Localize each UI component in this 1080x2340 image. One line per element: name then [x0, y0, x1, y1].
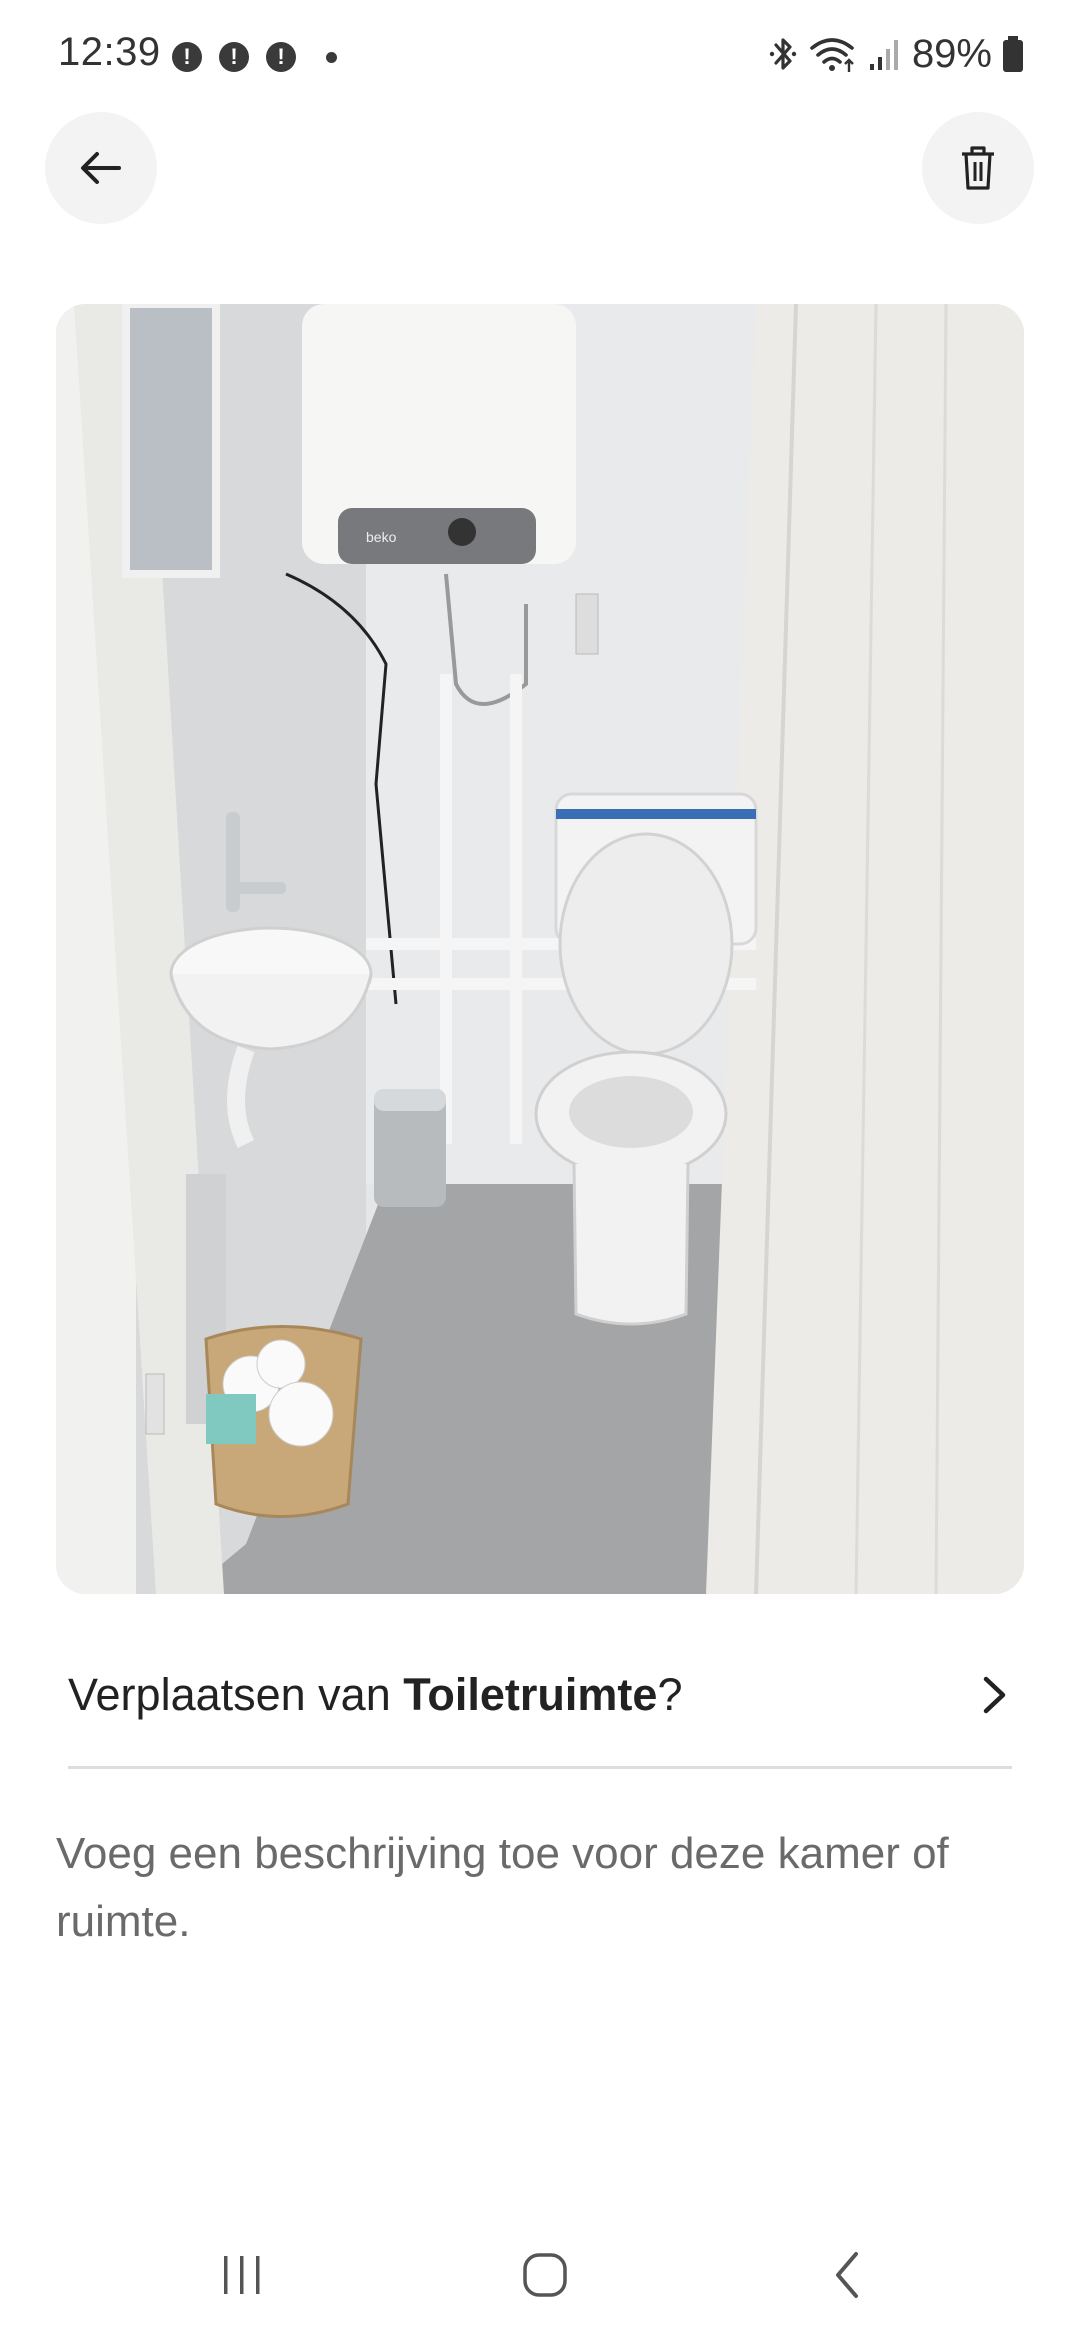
chevron-right-icon — [983, 1676, 1006, 1714]
dot-icon — [326, 52, 337, 63]
wifi-icon — [810, 38, 854, 72]
home-button[interactable] — [500, 2230, 590, 2320]
room-name: Toiletruimte — [403, 1669, 658, 1720]
delete-photo-button[interactable] — [922, 112, 1034, 224]
alert-icon: ! — [266, 42, 296, 72]
back-icon — [836, 2252, 858, 2298]
status-bar: 12:39 ! ! ! 89% — [0, 0, 1080, 110]
status-time: 12:39 — [58, 30, 161, 74]
status-indicators: 89% — [768, 28, 1024, 80]
move-photo-text: Verplaatsen van Toiletruimte? — [68, 1669, 682, 1721]
boiler-brand-label: beko — [366, 529, 397, 545]
description-field[interactable]: Voeg een beschrijving toe voor deze kame… — [56, 1820, 1036, 1956]
move-suffix: ? — [657, 1669, 683, 1720]
recent-apps-button[interactable] — [197, 2230, 287, 2320]
navigation-bar — [0, 2200, 1080, 2340]
battery-icon — [1003, 36, 1023, 72]
signal-icon — [869, 40, 898, 70]
recent-apps-icon — [224, 2256, 260, 2294]
nav-back-button[interactable] — [803, 2230, 893, 2320]
home-icon — [523, 2253, 567, 2297]
bluetooth-icon — [769, 38, 797, 70]
move-prefix: Verplaatsen van — [68, 1669, 404, 1720]
move-photo-row[interactable]: Verplaatsen van Toiletruimte? — [68, 1640, 1012, 1750]
back-button[interactable] — [45, 112, 157, 224]
alert-icon: ! — [219, 42, 249, 72]
divider — [68, 1766, 1012, 1769]
alert-icon: ! — [172, 42, 202, 72]
trash-icon — [962, 146, 994, 190]
room-photo[interactable]: beko — [56, 304, 1024, 1594]
arrow-left-icon — [81, 152, 121, 184]
battery-percentage: 89% — [911, 31, 992, 76]
